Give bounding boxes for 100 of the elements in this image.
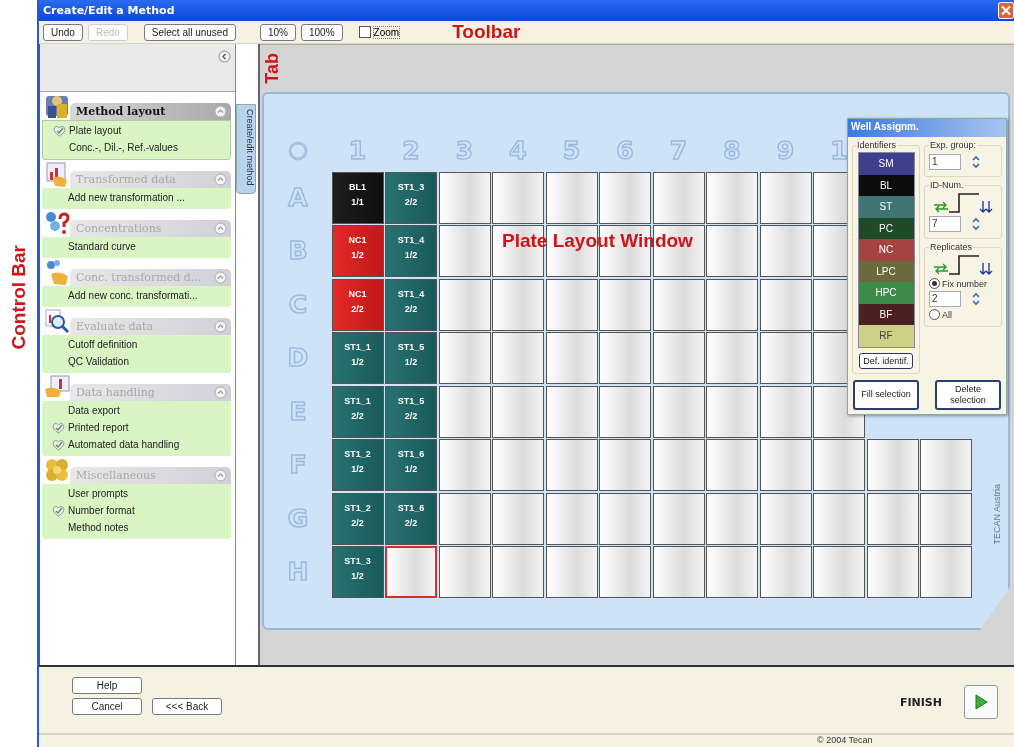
identifier-item[interactable]: LPC xyxy=(858,260,914,282)
well-label: ST1_2 xyxy=(344,502,371,513)
sample-well[interactable]: ST1_6 1/2 xyxy=(385,439,437,491)
well-label: ST1_1 xyxy=(344,342,371,352)
section-title: Method layout xyxy=(76,105,166,118)
sidebar-item[interactable]: Plate layout xyxy=(69,125,122,136)
close-icon[interactable] xyxy=(998,2,1014,19)
footer-button[interactable]: <<< Back xyxy=(152,698,222,715)
replicate-label: 2/2 xyxy=(404,517,418,528)
replicate-label: 1/2 xyxy=(351,571,364,581)
radio-option[interactable]: All xyxy=(929,309,997,320)
annotation-label: Control Bar xyxy=(7,245,30,350)
toolbar-button[interactable]: 100% xyxy=(301,23,343,41)
group-label: ID-Num. xyxy=(929,180,965,190)
replicate-label: 1/2 xyxy=(351,357,364,367)
circle-icon xyxy=(288,141,308,161)
identifier-item[interactable]: SM xyxy=(858,153,914,175)
sample-well[interactable]: ST1_5 1/2 xyxy=(385,332,437,384)
annotation-label: Tab xyxy=(262,53,283,84)
section-title: Concentrations xyxy=(76,222,162,235)
sample-well[interactable]: ST1_6 2/2 xyxy=(385,492,437,545)
step-line-icon xyxy=(949,192,979,214)
sample-well[interactable]: NC1 1/2 xyxy=(331,225,384,277)
radio-button[interactable] xyxy=(929,309,940,320)
identifier-item[interactable]: HPC xyxy=(858,282,914,304)
sidebar-item[interactable]: QC Validation xyxy=(68,356,129,367)
identifier-item[interactable]: ST xyxy=(858,196,914,218)
replicate-label: 2/2 xyxy=(404,196,418,207)
toolbar-button[interactable]: 10% xyxy=(260,23,296,41)
replicate-label: 1/2 xyxy=(351,464,364,474)
sample-well[interactable]: ST1_4 1/2 xyxy=(385,225,437,277)
side-tab[interactable]: Create/edit method xyxy=(236,104,256,194)
copyright-text: © 2004 Tecan xyxy=(817,735,873,745)
check-icon xyxy=(52,504,65,517)
define-identifiers-button[interactable]: Def. identif. xyxy=(859,352,913,369)
identifier-item[interactable]: BF xyxy=(858,303,914,325)
identifier-item[interactable]: RF xyxy=(858,325,914,347)
vertical-order-icon[interactable] xyxy=(979,262,993,276)
well-label: ST1_5 xyxy=(397,342,425,352)
section-title: Evaluate data xyxy=(76,320,153,333)
toolbar-button[interactable]: Undo xyxy=(43,23,83,41)
collapse-left-icon[interactable] xyxy=(218,50,231,63)
action-button[interactable]: Delete selection xyxy=(935,379,1001,410)
well-label: ST1_6 xyxy=(397,502,425,513)
radio-option[interactable]: Fix number xyxy=(929,278,997,289)
section-header[interactable]: Method layout xyxy=(70,103,231,120)
sample-well[interactable]: ST1_2 2/2 xyxy=(331,492,384,545)
well-label: NC1 xyxy=(348,288,367,299)
replicate-label: 2/2 xyxy=(351,410,364,421)
spinner-arrows-icon[interactable] xyxy=(971,291,981,307)
vertical-order-icon[interactable] xyxy=(979,200,993,214)
replicate-label: 2/2 xyxy=(351,303,364,314)
window-title: Create/Edit a Method xyxy=(43,4,175,17)
finish-button[interactable] xyxy=(964,685,998,719)
well-label: ST1_1 xyxy=(344,395,371,406)
zoom-checkbox[interactable] xyxy=(358,26,371,38)
well-label: BL1 xyxy=(349,181,366,192)
sample-well[interactable]: ST1_2 1/2 xyxy=(331,439,384,491)
sidebar-item[interactable]: Standard curve xyxy=(68,241,136,252)
panel-title: Well Assignm. xyxy=(848,119,1006,137)
sample-well[interactable]: ST1_4 2/2 xyxy=(385,278,437,331)
sample-well[interactable]: ST1_5 2/2 xyxy=(385,385,437,438)
sidebar-item[interactable]: Number format xyxy=(68,505,135,516)
annotation-label: Toolbar xyxy=(452,21,521,43)
sample-well[interactable]: ST1_3 1/2 xyxy=(331,546,384,598)
identifier-item[interactable]: NC xyxy=(858,239,914,261)
well-label: ST1_5 xyxy=(397,395,425,406)
identifier-item[interactable]: BL xyxy=(858,174,914,196)
spinner-arrows-icon[interactable] xyxy=(971,216,981,232)
sample-well[interactable]: NC1 2/2 xyxy=(331,278,384,331)
sample-well[interactable]: ST1_1 2/2 xyxy=(331,385,384,438)
sample-well[interactable]: ST1_1 1/2 xyxy=(331,332,384,384)
sidebar-item[interactable]: User prompts xyxy=(68,488,128,499)
replicate-label: 1/2 xyxy=(404,250,418,260)
footer-button[interactable]: Cancel xyxy=(72,698,142,715)
group-label: Identifiers xyxy=(856,140,898,150)
play-icon xyxy=(974,694,988,710)
replicate-label: 1/2 xyxy=(404,357,418,367)
sample-well[interactable]: BL1 1/1 xyxy=(331,171,384,224)
finish-label: FINISH xyxy=(899,695,942,709)
sample-well[interactable]: ST1_3 2/2 xyxy=(385,171,437,224)
check-icon xyxy=(52,421,65,434)
sidebar-item[interactable]: Printed report xyxy=(68,422,129,433)
well-label: ST1_4 xyxy=(397,288,425,299)
identifier-item[interactable]: PC xyxy=(858,217,914,239)
help-button[interactable]: Help xyxy=(72,677,142,694)
toolbar-button[interactable]: Select all unused xyxy=(143,23,236,41)
replicate-label: 2/2 xyxy=(404,410,418,421)
horizontal-order-icon[interactable] xyxy=(933,200,949,214)
section-title: Data handling xyxy=(76,386,155,399)
action-button[interactable]: Fill selection xyxy=(853,379,919,410)
sidebar-item[interactable]: Data export xyxy=(68,405,120,416)
sidebar-item[interactable]: Automated data handling xyxy=(68,439,180,450)
group-label: Replicates xyxy=(929,242,974,252)
well-label: ST1_2 xyxy=(344,449,371,459)
radio-button[interactable] xyxy=(929,278,940,289)
spinner-arrows-icon[interactable] xyxy=(971,154,981,170)
sidebar-item[interactable]: Conc.-, Dil.-, Ref.-values xyxy=(69,142,178,153)
sidebar-item[interactable]: Cutoff definition xyxy=(68,339,138,350)
sidebar-item[interactable]: Method notes xyxy=(68,522,129,533)
